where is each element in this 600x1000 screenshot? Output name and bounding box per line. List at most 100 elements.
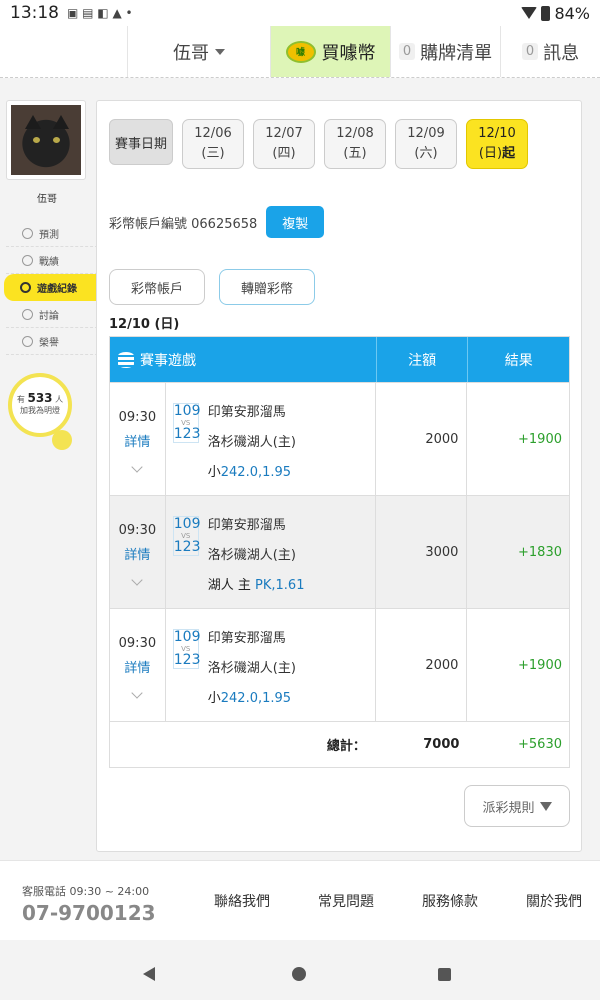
date-value: 12/08: [336, 126, 374, 141]
sidebar-menu: 預測 戰績 遊戲紀錄 討論 榮譽: [4, 220, 98, 355]
sidebar-item-game-history[interactable]: 遊戲紀錄: [4, 274, 98, 301]
row-amount: 2000: [376, 383, 468, 495]
sidebar-item-honor[interactable]: 榮譽: [6, 328, 98, 355]
bet-line: PK,: [255, 578, 276, 593]
date-day: (三): [201, 146, 225, 161]
status-bar: 13:18 ▣ ▤ ◧ ▲ • 84%: [0, 0, 600, 26]
date-button[interactable]: 12/06 (三): [182, 119, 244, 169]
bulb-suffix: 人: [55, 395, 64, 404]
date-button-selected[interactable]: 12/10 (日)起: [466, 119, 528, 169]
payout-rules-button[interactable]: 派彩規則: [464, 785, 570, 827]
home-number: 123: [173, 539, 201, 555]
footer-link-faq[interactable]: 常見問題: [294, 891, 398, 911]
cart-label: 購牌清單: [420, 42, 493, 64]
team-numbers: 109 VS 123: [172, 403, 201, 443]
target-icon: [22, 227, 33, 239]
cat-avatar-image: [11, 105, 81, 175]
date-button[interactable]: 12/08 (五): [324, 119, 386, 169]
details-link[interactable]: 詳情: [124, 661, 150, 676]
database-icon: [118, 351, 134, 368]
date-suffix: 起: [502, 146, 516, 161]
copy-button[interactable]: 複製: [266, 206, 325, 238]
bulb-prefix: 有: [16, 395, 25, 404]
buy-coins-label: 買噱幣: [321, 42, 376, 64]
chat-icon: [22, 308, 33, 320]
hotline-number[interactable]: 07-9700123: [22, 901, 156, 925]
footer-link-contact[interactable]: 聯絡我們: [190, 891, 294, 911]
date-value: 12/07: [265, 126, 303, 141]
back-icon[interactable]: [143, 967, 155, 981]
buy-coins-button[interactable]: 噱 買噱幣: [271, 26, 390, 77]
row-time: 09:30: [118, 523, 157, 538]
total-amount: 7000: [423, 737, 460, 752]
row-result: +1900: [518, 657, 562, 673]
follower-bulb[interactable]: 有 533 人 加我為明燈: [8, 373, 72, 437]
avatar[interactable]: [6, 100, 86, 180]
date-value: 12/06: [194, 126, 232, 141]
avatar-ear-right: [53, 115, 69, 129]
chart-icon: [22, 254, 33, 266]
bet-selection: 湖人 主 PK,1.61: [208, 574, 305, 593]
date-button[interactable]: 12/07 (四): [253, 119, 315, 169]
away-number: 109: [173, 629, 201, 645]
total-label: 總計：: [326, 739, 366, 754]
away-team: 印第安那溜馬: [207, 631, 286, 646]
team-numbers: 109 VS 123: [172, 516, 201, 556]
bulb-caption: 加我為明燈: [20, 406, 60, 415]
main-panel: 賽事日期 12/06 (三) 12/07 (四) 12/08 (五) 12/09 (六)…: [96, 100, 582, 852]
table-header: 賽事遊戲 注額 結果: [110, 337, 569, 382]
details-link[interactable]: 詳情: [124, 435, 150, 450]
cart-button[interactable]: 0 購牌清單: [390, 26, 500, 77]
game-table: 賽事遊戲 注額 結果 09:30 詳情 109 VS 123 印第安那溜馬 洛杉磯湖…: [109, 336, 570, 768]
date-day: (日): [478, 146, 503, 161]
day-title: 12/10 (日): [109, 317, 180, 332]
row-time-cell: 09:30 詳情: [110, 609, 166, 721]
table-row: 09:30 詳情 109 VS 123 印第安那溜馬 洛杉磯湖人(主) 小242.0…: [110, 382, 569, 495]
header-game-label: 賽事遊戲: [140, 352, 196, 369]
bet-label: 小: [207, 465, 221, 480]
sidebar-item-label: 預測: [39, 229, 59, 241]
cart-count: 0: [398, 43, 416, 60]
date-button[interactable]: 12/09 (六): [395, 119, 457, 169]
date-value: 12/10: [478, 126, 516, 141]
chevron-down-icon[interactable]: [131, 574, 144, 586]
avatar-eye-right: [53, 137, 60, 143]
home-number: 123: [173, 426, 201, 442]
total-result: +5630: [518, 737, 562, 752]
total-row: 總計： 7000 +5630: [110, 721, 569, 767]
tab-coin-account[interactable]: 彩幣帳戶: [109, 269, 205, 305]
row-result: +1900: [518, 431, 562, 447]
footer-link-terms[interactable]: 服務條款: [398, 891, 502, 911]
home-icon[interactable]: [292, 967, 306, 981]
sidebar-item-predict[interactable]: 預測: [6, 220, 98, 247]
messages-button[interactable]: 0 訊息: [500, 26, 600, 77]
date-label: 賽事日期: [109, 119, 173, 165]
sidebar-user-name: 伍哥: [37, 194, 57, 205]
bet-selection: 小242.0,1.95: [208, 687, 291, 706]
bet-price: 1.95: [262, 691, 292, 706]
chevron-down-icon[interactable]: [131, 687, 144, 699]
chevron-down-icon: [215, 48, 225, 55]
recents-icon[interactable]: [438, 968, 451, 981]
date-day: (六): [414, 146, 438, 161]
hotline-label: 客服電話 09:30 ~ 24:00: [22, 885, 150, 898]
sidebar-item-discuss[interactable]: 討論: [6, 301, 98, 328]
tab-gift-coins[interactable]: 轉贈彩幣: [219, 269, 315, 305]
chevron-down-icon[interactable]: [131, 461, 144, 473]
row-amount: 2000: [376, 609, 468, 721]
footer-link-about[interactable]: 關於我們: [502, 891, 600, 911]
account-number: 彩幣帳戶編號 06625658: [109, 216, 258, 232]
team-numbers: 109 VS 123: [172, 629, 201, 669]
sidebar-item-record[interactable]: 戰績: [6, 247, 98, 274]
details-link[interactable]: 詳情: [124, 548, 150, 563]
follower-count: 533: [27, 391, 53, 405]
sidebar-item-label: 遊戲紀錄: [37, 284, 77, 295]
user-menu[interactable]: 伍哥: [128, 26, 271, 77]
away-number: 109: [173, 516, 201, 532]
row-game-cell: 109 VS 123 印第安那溜馬 洛杉磯湖人(主) 小242.0,1.95: [166, 383, 376, 495]
messages-label: 訊息: [543, 42, 580, 64]
home-team: 洛杉磯湖人(主): [207, 661, 296, 676]
row-result: +1830: [518, 544, 562, 560]
battery-level: 84%: [554, 3, 590, 23]
coin-icon: 噱: [285, 40, 316, 63]
